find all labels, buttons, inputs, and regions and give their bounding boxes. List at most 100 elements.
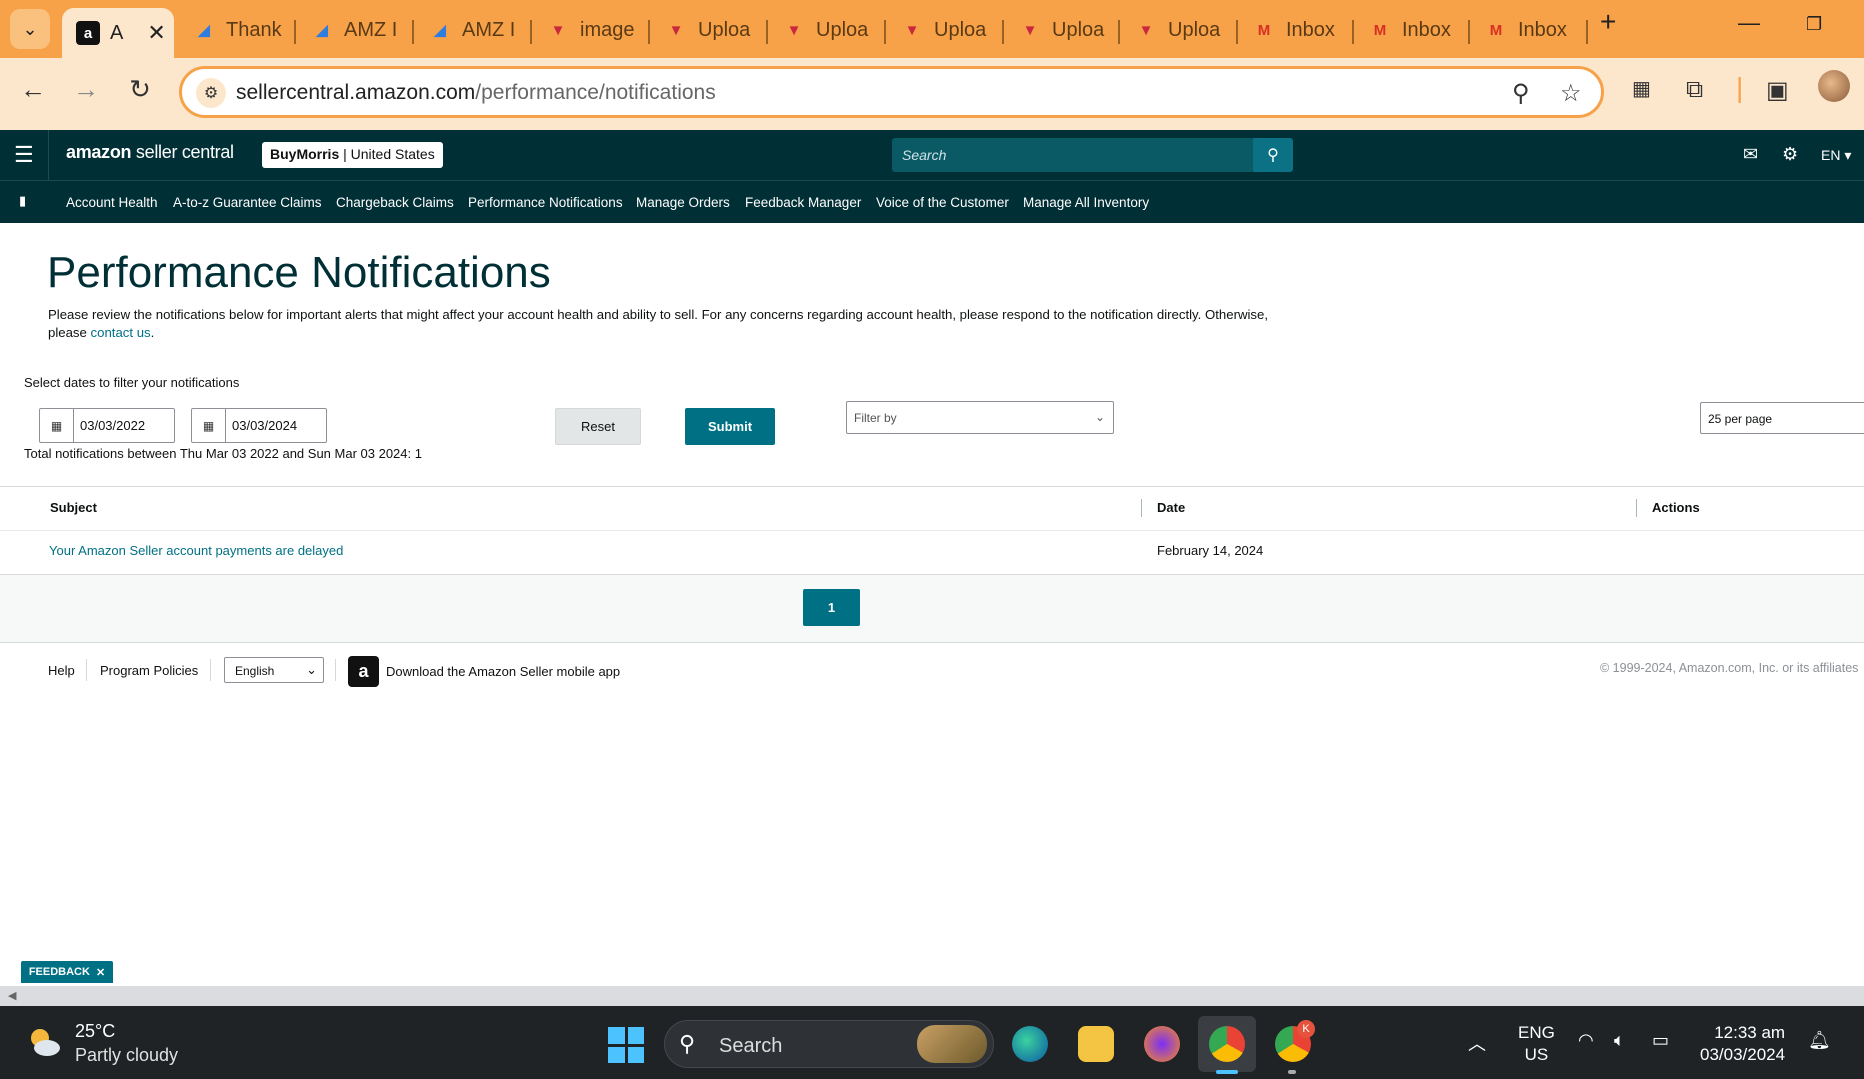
column-header-date[interactable]: Date [1157,500,1185,515]
reload-icon[interactable]: ↻ [122,74,158,105]
site-info-icon[interactable]: ⚙ [196,78,226,108]
nav-item-performance-notifications[interactable]: Performance Notifications [468,195,623,210]
zoom-icon[interactable]: ⚲ [1512,79,1530,108]
browser-tab[interactable]: ▼ Uploa [650,10,768,50]
brave-vpn-icon[interactable] [1144,1026,1180,1062]
amazon-app-icon[interactable]: a [348,656,379,687]
calendar-icon[interactable]: ▦ [192,409,226,442]
nav-item-feedback-manager[interactable]: Feedback Manager [745,195,861,210]
tab-label: Inbox [1518,18,1567,41]
taskbar-search[interactable]: ⚲ Search [664,1020,994,1068]
side-panel-icon[interactable]: ▣ [1766,76,1789,105]
close-icon[interactable]: ✕ [147,20,165,46]
notification-date: February 14, 2024 [1157,543,1264,558]
start-date-field[interactable]: ▦ 03/03/2022 [39,408,175,443]
chrome-icon[interactable] [1209,1026,1245,1062]
browser-tab[interactable]: ▼ Uploa [1004,10,1120,50]
toolbar-divider: | [1736,72,1744,103]
input-language-indicator[interactable]: ENG US [1518,1022,1555,1066]
minimize-button[interactable]: — [1738,10,1760,36]
page-button-current[interactable]: 1 [803,589,860,626]
notification-bell-icon[interactable]: 🔔︎ [1808,1030,1831,1051]
partly-cloudy-icon[interactable] [26,1024,62,1060]
help-link[interactable]: Help [48,663,75,678]
total-notifications-text: Total notifications between Thu Mar 03 2… [24,446,422,461]
per-page-select[interactable]: 25 per page [1700,402,1864,434]
windows-start-icon[interactable] [608,1027,644,1063]
close-icon[interactable]: ✕ [96,966,105,979]
filter-by-select[interactable]: Filter by ⌄ [846,401,1114,434]
battery-icon[interactable]: ▭ [1652,1030,1669,1051]
footer-language-select[interactable]: English ⌄ [224,657,324,683]
scroll-left-icon[interactable]: ◀ [8,989,16,1002]
clock[interactable]: 12:33 am 03/03/2024 [1700,1022,1785,1066]
file-explorer-icon[interactable] [1078,1026,1114,1062]
nav-item-manage-inventory[interactable]: Manage All Inventory [1023,195,1149,210]
browser-tab[interactable]: ◢ AMZ I [414,10,532,50]
search-input[interactable]: Search [892,138,1254,172]
submit-button[interactable]: Submit [685,408,775,445]
volume-icon[interactable]: 🔈︎ [1614,1030,1625,1051]
nav-item-chargeback-claims[interactable]: Chargeback Claims [336,195,454,210]
feedback-button[interactable]: FEEDBACK ✕ [21,961,113,983]
browser-tab-active[interactable]: a A ✕ [62,8,174,58]
restore-button[interactable]: ❐ [1806,14,1822,35]
hamburger-menu-icon[interactable]: ☰ [14,142,34,168]
bookmark-icon[interactable]: ▮ [19,193,26,209]
upload-icon: ▼ [668,21,684,39]
program-policies-link[interactable]: Program Policies [100,663,198,678]
browser-tab[interactable]: M Inbox [1354,10,1470,50]
forward-arrow-icon[interactable]: → [68,74,104,105]
browser-tab[interactable]: ▼ Uploa [768,10,886,50]
edge-icon[interactable] [1012,1026,1048,1062]
search-button[interactable]: ⚲ [1253,138,1293,172]
browser-tab[interactable]: M Inbox [1238,10,1354,50]
chevron-down-icon: ⌄ [306,662,317,677]
wifi-icon[interactable]: ◠ [1578,1030,1594,1051]
store-selector[interactable]: BuyMorris | United States [262,142,443,168]
profile-avatar[interactable] [1818,70,1850,102]
notification-subject-link[interactable]: Your Amazon Seller account payments are … [49,543,343,558]
bookmark-star-icon[interactable]: ☆ [1560,79,1582,108]
contact-us-link[interactable]: contact us [91,325,151,340]
tab-label: Uploa [1052,18,1105,41]
weather-temperature[interactable]: 25°C [75,1021,115,1042]
back-arrow-icon[interactable]: ← [15,74,51,105]
browser-tab[interactable]: ▼ image [532,10,650,50]
nav-item-voice-of-customer[interactable]: Voice of the Customer [876,195,1009,210]
tab-search-menu-button[interactable]: ⌄ [10,9,50,49]
footer-divider [335,659,336,681]
url-text[interactable]: sellercentral.amazon.com/performance/not… [236,81,716,105]
active-indicator [1216,1070,1238,1074]
upload-icon: ▼ [904,21,920,39]
header-row-divider [0,530,1864,531]
language-selector[interactable]: EN ▾ [1821,147,1851,164]
column-header-subject[interactable]: Subject [50,500,97,515]
horizontal-scrollbar[interactable]: ◀ [0,986,1864,1006]
nav-item-account-health[interactable]: Account Health [66,195,158,210]
reset-button[interactable]: Reset [555,408,641,445]
tab-label: A [110,21,124,44]
qr-code-icon[interactable]: ▦ [1632,76,1651,101]
browser-tab[interactable]: ◢ Thank [178,10,296,50]
address-bar[interactable]: ⚙ sellercentral.amazon.com/performance/n… [179,66,1604,118]
download-app-link[interactable]: Download the Amazon Seller mobile app [386,664,620,679]
clickup-icon: ◢ [316,22,328,39]
nav-item-a-to-z-claims[interactable]: A-to-z Guarantee Claims [173,195,322,210]
mail-icon[interactable]: ✉ [1743,144,1758,165]
extensions-icon[interactable]: ⧉ [1686,76,1703,104]
weather-description[interactable]: Partly cloudy [75,1045,178,1066]
browser-tab[interactable]: ◢ AMZ I [296,10,414,50]
chevron-up-icon[interactable]: ︿ [1468,1030,1486,1056]
nav-item-manage-orders[interactable]: Manage Orders [636,195,730,210]
gear-icon[interactable]: ⚙ [1782,144,1798,165]
new-tab-button[interactable]: + [1600,6,1616,38]
browser-tab[interactable]: ▼ Uploa [1120,10,1238,50]
browser-tab[interactable]: ▼ Uploa [886,10,1004,50]
calendar-icon[interactable]: ▦ [40,409,74,442]
end-date-field[interactable]: ▦ 03/03/2024 [191,408,327,443]
browser-tab[interactable]: M Inbox [1470,10,1588,50]
seller-central-logo[interactable]: amazon seller central [66,142,234,163]
browser-toolbar: ← → ↻ ⚙ sellercentral.amazon.com/perform… [0,58,1864,130]
header-divider [48,130,49,180]
